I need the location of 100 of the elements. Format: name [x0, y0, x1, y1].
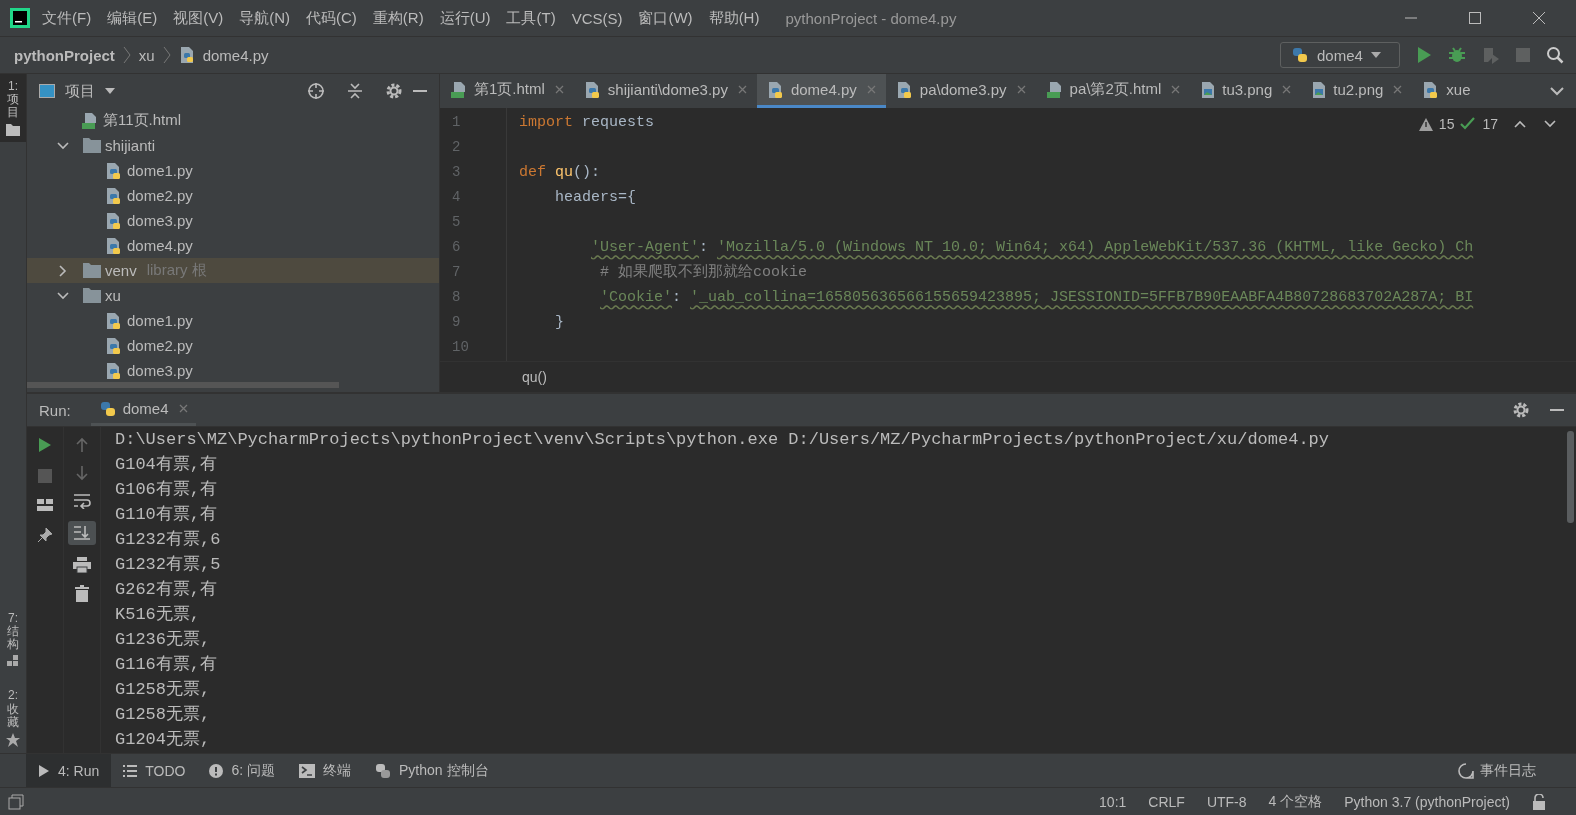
editor-tab[interactable]: tu3.png — [1190, 74, 1302, 108]
menu-item[interactable]: 窗口(W) — [638, 8, 693, 28]
chevron-icon[interactable] — [57, 289, 69, 302]
menu-item[interactable]: 工具(T) — [506, 8, 556, 28]
code-breadcrumb[interactable]: qu() — [522, 369, 547, 385]
menu-item[interactable]: 视图(V) — [173, 8, 224, 28]
line-number: 3 — [451, 163, 462, 182]
tool-window-tab[interactable]: TODO — [111, 754, 198, 787]
scroll-to-end-button[interactable] — [68, 521, 96, 545]
editor-tab[interactable]: xue — [1412, 74, 1481, 108]
favorites-tool-tab[interactable]: 2: 收藏 — [0, 683, 26, 753]
tree-item[interactable]: dome1.py — [27, 308, 439, 333]
tree-item[interactable]: 第11页.html — [27, 108, 439, 133]
status-item[interactable]: UTF-8 — [1206, 793, 1247, 810]
menu-item[interactable]: 编辑(E) — [107, 8, 158, 28]
editor-tab[interactable]: pa\dome3.py — [885, 74, 1036, 108]
menu-item[interactable]: 帮助(H) — [708, 8, 760, 28]
tree-item[interactable]: venv library 根 — [27, 258, 439, 283]
line-number: 10 — [451, 338, 470, 357]
window-title: pythonProject - dome4.py — [785, 9, 958, 27]
menu-item[interactable]: 运行(U) — [439, 8, 491, 28]
print-icon[interactable] — [73, 557, 91, 573]
tool-window-tab[interactable]: 6: 问题 — [197, 754, 288, 787]
structure-icon — [7, 655, 19, 668]
settings-icon[interactable] — [385, 82, 403, 100]
rerun-icon[interactable] — [38, 437, 52, 453]
tool-window-tab[interactable]: 终端 — [287, 754, 364, 787]
menu-item[interactable]: 代码(C) — [306, 8, 357, 28]
tree-item[interactable]: dome1.py — [27, 158, 439, 183]
tree-item[interactable]: xu — [27, 283, 439, 308]
panel-title[interactable]: 项目 — [65, 81, 95, 101]
chevron-icon[interactable] — [57, 264, 69, 277]
typo-count[interactable]: 17 — [1482, 116, 1498, 132]
warning-count[interactable]: 15 — [1438, 116, 1455, 132]
dropdown-caret-icon[interactable] — [105, 88, 115, 94]
menu-item[interactable]: 导航(N) — [239, 8, 290, 28]
settings-icon[interactable] — [1512, 401, 1530, 419]
status-item[interactable]: 4 个空格 — [1268, 792, 1323, 811]
tree-item[interactable]: dome2.py — [27, 333, 439, 358]
event-log-button[interactable]: 事件日志 — [1458, 754, 1536, 787]
collapse-all-icon[interactable] — [347, 82, 363, 100]
editor-tab[interactable]: shijianti\dome3.py — [573, 74, 757, 108]
menu-item[interactable]: 文件(F) — [42, 8, 92, 28]
bug-icon[interactable] — [1448, 46, 1466, 64]
python-file-icon — [178, 46, 195, 64]
target-icon[interactable] — [307, 82, 325, 100]
code-token: (): — [573, 164, 601, 181]
line-number: 4 — [451, 188, 462, 207]
tree-item[interactable]: dome3.py — [27, 358, 439, 383]
scrollbar-thumb[interactable] — [1566, 431, 1574, 523]
status-item[interactable]: Python 3.7 (pythonProject) — [1344, 793, 1510, 810]
hide-icon[interactable] — [413, 89, 427, 93]
line-number: 6 — [451, 238, 462, 257]
structure-tool-tab[interactable]: 7: 结构 — [0, 605, 26, 674]
tab-list-icon[interactable] — [1550, 86, 1564, 96]
html-file-icon — [1045, 80, 1064, 99]
tree-item[interactable]: shijianti — [27, 133, 439, 158]
code-token: 'Mozilla/5.0 (Windows NT 10.0; Win64; x64) AppleWebKit/537.36 (KHTML, like Gecko) Ch — [717, 239, 1474, 256]
search-icon[interactable] — [1546, 46, 1564, 64]
layout-icon[interactable] — [37, 499, 53, 511]
close-icon[interactable] — [1532, 11, 1546, 25]
status-item[interactable]: 10:1 — [1099, 793, 1127, 810]
python-file-icon — [105, 161, 123, 180]
soft-wrap-icon[interactable] — [73, 493, 91, 509]
code-token: headers={ — [555, 189, 637, 206]
tree-item[interactable]: dome4.py — [27, 233, 439, 258]
editor-tab[interactable]: dome4.py — [756, 74, 886, 108]
hide-icon[interactable] — [1550, 408, 1564, 412]
status-item[interactable]: CRLF — [1148, 793, 1185, 810]
image-file-icon — [1200, 80, 1217, 99]
breadcrumb-item[interactable]: pythonProject — [14, 46, 115, 64]
breadcrumb-item[interactable]: dome4.py — [202, 46, 269, 64]
chevron-icon[interactable] — [57, 139, 69, 152]
pin-icon[interactable] — [37, 527, 53, 543]
run-config-dropdown[interactable]: dome4 — [1280, 42, 1400, 68]
project-tool-tab[interactable]: 1: 项目 — [0, 74, 26, 142]
tool-window-tab[interactable]: Python 控制台 — [363, 754, 501, 787]
folder-icon — [83, 263, 101, 278]
console-line: G104有票,有 — [115, 454, 218, 476]
console-line: G1232有票,6 — [115, 529, 222, 551]
editor-tab[interactable]: 第1页.html — [440, 74, 574, 108]
python-file-icon — [105, 311, 123, 330]
tree-item[interactable]: dome3.py — [27, 208, 439, 233]
lock-icon[interactable] — [1532, 793, 1546, 810]
code-token: qu — [555, 164, 574, 181]
tree-item[interactable]: dome2.py — [27, 183, 439, 208]
panel-toggle-icon[interactable] — [8, 793, 24, 810]
maximize-icon[interactable] — [1468, 11, 1482, 25]
breadcrumb-item[interactable]: xu — [138, 46, 155, 64]
console-line: G1204无票, — [115, 729, 212, 751]
terminal-icon — [299, 763, 316, 778]
editor-tab[interactable]: pa\第2页.html — [1035, 74, 1191, 108]
tool-window-tab[interactable]: 4: Run — [26, 754, 112, 787]
line-number: 5 — [451, 213, 462, 232]
trash-icon[interactable] — [75, 585, 89, 602]
chevron-icon — [122, 46, 131, 64]
editor-tab[interactable]: tu2.png — [1301, 74, 1413, 108]
menu-item[interactable]: 重构(R) — [372, 8, 424, 28]
run-icon[interactable] — [1416, 46, 1432, 64]
menu-item[interactable]: VCS(S) — [571, 9, 623, 27]
